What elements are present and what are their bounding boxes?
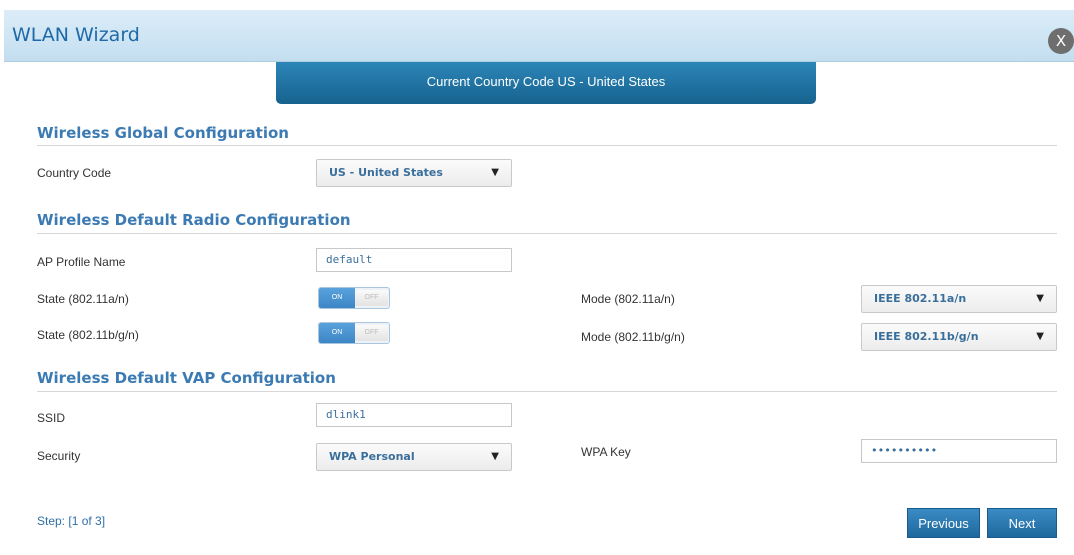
step-indicator: Step: [1 of 3]	[37, 514, 106, 528]
mode-bg-value: IEEE 802.11b/g/n	[874, 330, 979, 343]
country-code-banner: Current Country Code US - United States	[276, 62, 816, 104]
section-divider	[37, 391, 1057, 392]
wlan-wizard-dialog: WLAN Wizard X Current Country Code US - …	[0, 10, 1074, 555]
chevron-down-icon: ▼	[1036, 293, 1044, 304]
wpa-key-input[interactable]: ••••••••••	[861, 439, 1057, 463]
security-select[interactable]: WPA Personal ▼	[316, 443, 512, 471]
toggle-off-label: OFF	[355, 290, 388, 306]
mode-bg-select[interactable]: IEEE 802.11b/g/n ▼	[861, 323, 1057, 351]
dialog-titlebar: WLAN Wizard X	[4, 10, 1074, 62]
ssid-label: SSID	[37, 411, 66, 425]
toggle-on-label: ON	[319, 323, 355, 343]
mode-a-value: IEEE 802.11a/n	[874, 292, 967, 305]
previous-button[interactable]: Previous	[907, 508, 980, 538]
country-code-select[interactable]: US - United States ▼	[316, 159, 512, 187]
chevron-down-icon: ▼	[491, 451, 499, 462]
state-bg-label: State (802.11b/g/n)	[37, 328, 139, 342]
country-code-label: Country Code	[37, 166, 112, 180]
country-code-value: US - United States	[329, 166, 443, 179]
mode-bg-label: Mode (802.11b/g/n)	[581, 330, 685, 344]
global-config-title: Wireless Global Configuration	[37, 124, 289, 142]
dialog-title: WLAN Wizard	[12, 24, 140, 46]
chevron-down-icon: ▼	[491, 167, 499, 178]
security-label: Security	[37, 449, 81, 463]
toggle-off-label: OFF	[355, 325, 388, 341]
security-value: WPA Personal	[329, 450, 415, 463]
state-a-toggle[interactable]: ON OFF	[318, 287, 390, 309]
ap-profile-label: AP Profile Name	[37, 255, 126, 269]
mode-a-label: Mode (802.11a/n)	[581, 292, 675, 306]
wpa-key-label: WPA Key	[581, 445, 631, 459]
next-button[interactable]: Next	[987, 508, 1057, 538]
section-divider	[37, 145, 1057, 146]
chevron-down-icon: ▼	[1036, 331, 1044, 342]
state-bg-toggle[interactable]: ON OFF	[318, 322, 390, 344]
section-divider	[37, 233, 1057, 234]
mode-a-select[interactable]: IEEE 802.11a/n ▼	[861, 285, 1057, 313]
ssid-input[interactable]: dlink1	[316, 403, 512, 427]
close-button[interactable]: X	[1048, 28, 1074, 54]
state-a-label: State (802.11a/n)	[37, 292, 129, 306]
radio-config-title: Wireless Default Radio Configuration	[37, 211, 351, 229]
toggle-on-label: ON	[319, 288, 355, 308]
vap-config-title: Wireless Default VAP Configuration	[37, 369, 336, 387]
ap-profile-input[interactable]: default	[316, 248, 512, 272]
